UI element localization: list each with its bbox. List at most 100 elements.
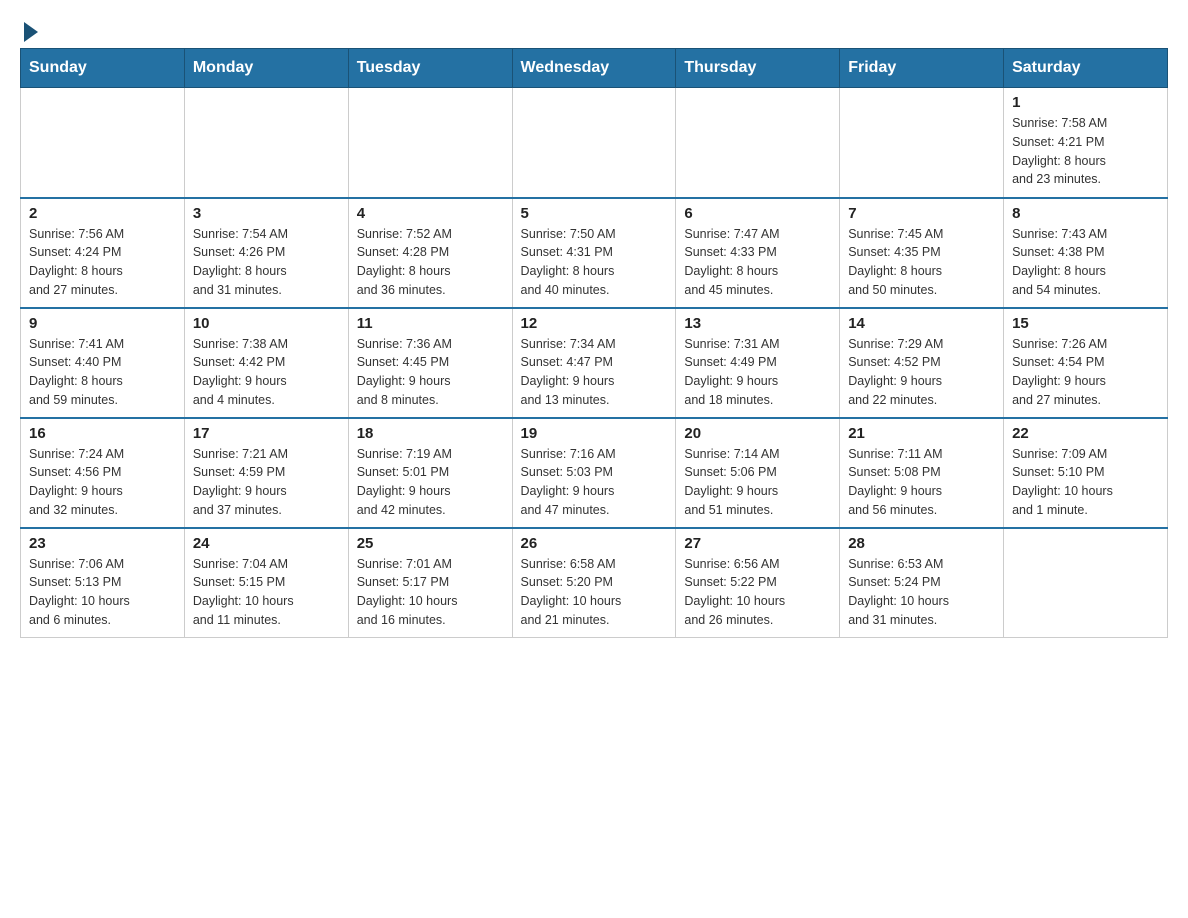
day-number: 14 bbox=[848, 315, 995, 332]
day-info: Sunrise: 7:54 AMSunset: 4:26 PMDaylight:… bbox=[193, 225, 340, 300]
day-info: Sunrise: 7:43 AMSunset: 4:38 PMDaylight:… bbox=[1012, 225, 1159, 300]
calendar-cell: 28 Sunrise: 6:53 AMSunset: 5:24 PMDayligh… bbox=[840, 528, 1004, 638]
weekday-header-saturday: Saturday bbox=[1004, 49, 1168, 88]
week-row-4: 23 Sunrise: 7:06 AMSunset: 5:13 PMDayligh… bbox=[21, 528, 1168, 638]
day-number: 27 bbox=[684, 535, 831, 552]
calendar-cell: 1 Sunrise: 7:58 AMSunset: 4:21 PMDaylight… bbox=[1004, 88, 1168, 198]
day-number: 11 bbox=[357, 315, 504, 332]
calendar-cell: 4 Sunrise: 7:52 AMSunset: 4:28 PMDaylight… bbox=[348, 198, 512, 308]
calendar-cell: 5 Sunrise: 7:50 AMSunset: 4:31 PMDaylight… bbox=[512, 198, 676, 308]
day-info: Sunrise: 7:45 AMSunset: 4:35 PMDaylight:… bbox=[848, 225, 995, 300]
day-number: 10 bbox=[193, 315, 340, 332]
day-number: 7 bbox=[848, 205, 995, 222]
day-info: Sunrise: 7:26 AMSunset: 4:54 PMDaylight:… bbox=[1012, 335, 1159, 410]
day-info: Sunrise: 7:11 AMSunset: 5:08 PMDaylight:… bbox=[848, 445, 995, 520]
day-number: 4 bbox=[357, 205, 504, 222]
day-info: Sunrise: 7:19 AMSunset: 5:01 PMDaylight:… bbox=[357, 445, 504, 520]
calendar-cell: 13 Sunrise: 7:31 AMSunset: 4:49 PMDayligh… bbox=[676, 308, 840, 418]
day-number: 22 bbox=[1012, 425, 1159, 442]
day-info: Sunrise: 7:34 AMSunset: 4:47 PMDaylight:… bbox=[521, 335, 668, 410]
calendar-cell: 7 Sunrise: 7:45 AMSunset: 4:35 PMDaylight… bbox=[840, 198, 1004, 308]
day-number: 13 bbox=[684, 315, 831, 332]
weekday-header-friday: Friday bbox=[840, 49, 1004, 88]
day-number: 20 bbox=[684, 425, 831, 442]
day-info: Sunrise: 7:14 AMSunset: 5:06 PMDaylight:… bbox=[684, 445, 831, 520]
weekday-header-sunday: Sunday bbox=[21, 49, 185, 88]
logo-arrow-icon bbox=[24, 22, 38, 42]
day-info: Sunrise: 7:41 AMSunset: 4:40 PMDaylight:… bbox=[29, 335, 176, 410]
calendar-cell: 15 Sunrise: 7:26 AMSunset: 4:54 PMDayligh… bbox=[1004, 308, 1168, 418]
week-row-0: 1 Sunrise: 7:58 AMSunset: 4:21 PMDaylight… bbox=[21, 88, 1168, 198]
day-number: 1 bbox=[1012, 94, 1159, 111]
calendar: SundayMondayTuesdayWednesdayThursdayFrid… bbox=[20, 48, 1168, 638]
calendar-cell: 12 Sunrise: 7:34 AMSunset: 4:47 PMDayligh… bbox=[512, 308, 676, 418]
day-number: 23 bbox=[29, 535, 176, 552]
calendar-cell: 16 Sunrise: 7:24 AMSunset: 4:56 PMDayligh… bbox=[21, 418, 185, 528]
calendar-cell bbox=[184, 88, 348, 198]
day-number: 26 bbox=[521, 535, 668, 552]
day-number: 25 bbox=[357, 535, 504, 552]
day-number: 9 bbox=[29, 315, 176, 332]
calendar-cell bbox=[1004, 528, 1168, 638]
day-info: Sunrise: 7:29 AMSunset: 4:52 PMDaylight:… bbox=[848, 335, 995, 410]
week-row-1: 2 Sunrise: 7:56 AMSunset: 4:24 PMDaylight… bbox=[21, 198, 1168, 308]
day-info: Sunrise: 7:09 AMSunset: 5:10 PMDaylight:… bbox=[1012, 445, 1159, 520]
day-info: Sunrise: 7:21 AMSunset: 4:59 PMDaylight:… bbox=[193, 445, 340, 520]
day-info: Sunrise: 7:56 AMSunset: 4:24 PMDaylight:… bbox=[29, 225, 176, 300]
calendar-cell: 26 Sunrise: 6:58 AMSunset: 5:20 PMDayligh… bbox=[512, 528, 676, 638]
page-header bbox=[20, 20, 1168, 38]
weekday-header-tuesday: Tuesday bbox=[348, 49, 512, 88]
day-info: Sunrise: 7:36 AMSunset: 4:45 PMDaylight:… bbox=[357, 335, 504, 410]
calendar-cell: 18Sunrise: 7:19 AMSunset: 5:01 PMDayligh… bbox=[348, 418, 512, 528]
day-number: 16 bbox=[29, 425, 176, 442]
day-info: Sunrise: 6:56 AMSunset: 5:22 PMDaylight:… bbox=[684, 555, 831, 630]
day-number: 5 bbox=[521, 205, 668, 222]
calendar-cell bbox=[676, 88, 840, 198]
logo-general bbox=[20, 20, 38, 42]
calendar-cell: 10 Sunrise: 7:38 AMSunset: 4:42 PMDayligh… bbox=[184, 308, 348, 418]
calendar-cell: 11 Sunrise: 7:36 AMSunset: 4:45 PMDayligh… bbox=[348, 308, 512, 418]
day-number: 2 bbox=[29, 205, 176, 222]
logo bbox=[20, 20, 38, 38]
calendar-cell: 27 Sunrise: 6:56 AMSunset: 5:22 PMDayligh… bbox=[676, 528, 840, 638]
calendar-cell bbox=[21, 88, 185, 198]
calendar-cell: 2 Sunrise: 7:56 AMSunset: 4:24 PMDaylight… bbox=[21, 198, 185, 308]
calendar-header: SundayMondayTuesdayWednesdayThursdayFrid… bbox=[21, 49, 1168, 88]
day-number: 8 bbox=[1012, 205, 1159, 222]
day-info: Sunrise: 6:58 AMSunset: 5:20 PMDaylight:… bbox=[521, 555, 668, 630]
calendar-cell: 3 Sunrise: 7:54 AMSunset: 4:26 PMDaylight… bbox=[184, 198, 348, 308]
week-row-3: 16 Sunrise: 7:24 AMSunset: 4:56 PMDayligh… bbox=[21, 418, 1168, 528]
day-info: Sunrise: 7:47 AMSunset: 4:33 PMDaylight:… bbox=[684, 225, 831, 300]
day-number: 19 bbox=[521, 425, 668, 442]
calendar-cell: 9 Sunrise: 7:41 AMSunset: 4:40 PMDaylight… bbox=[21, 308, 185, 418]
calendar-cell: 22 Sunrise: 7:09 AMSunset: 5:10 PMDayligh… bbox=[1004, 418, 1168, 528]
week-row-2: 9 Sunrise: 7:41 AMSunset: 4:40 PMDaylight… bbox=[21, 308, 1168, 418]
day-number: 12 bbox=[521, 315, 668, 332]
day-info: Sunrise: 7:24 AMSunset: 4:56 PMDaylight:… bbox=[29, 445, 176, 520]
calendar-cell bbox=[512, 88, 676, 198]
day-info: Sunrise: 7:31 AMSunset: 4:49 PMDaylight:… bbox=[684, 335, 831, 410]
day-info: Sunrise: 7:52 AMSunset: 4:28 PMDaylight:… bbox=[357, 225, 504, 300]
day-info: Sunrise: 7:04 AMSunset: 5:15 PMDaylight:… bbox=[193, 555, 340, 630]
day-info: Sunrise: 7:16 AMSunset: 5:03 PMDaylight:… bbox=[521, 445, 668, 520]
calendar-cell: 24Sunrise: 7:04 AMSunset: 5:15 PMDayligh… bbox=[184, 528, 348, 638]
day-info: Sunrise: 7:06 AMSunset: 5:13 PMDaylight:… bbox=[29, 555, 176, 630]
calendar-cell: 6 Sunrise: 7:47 AMSunset: 4:33 PMDaylight… bbox=[676, 198, 840, 308]
header-row: SundayMondayTuesdayWednesdayThursdayFrid… bbox=[21, 49, 1168, 88]
day-number: 15 bbox=[1012, 315, 1159, 332]
day-info: Sunrise: 7:50 AMSunset: 4:31 PMDaylight:… bbox=[521, 225, 668, 300]
day-info: Sunrise: 6:53 AMSunset: 5:24 PMDaylight:… bbox=[848, 555, 995, 630]
calendar-cell: 20 Sunrise: 7:14 AMSunset: 5:06 PMDayligh… bbox=[676, 418, 840, 528]
day-number: 28 bbox=[848, 535, 995, 552]
weekday-header-thursday: Thursday bbox=[676, 49, 840, 88]
weekday-header-monday: Monday bbox=[184, 49, 348, 88]
day-info: Sunrise: 7:38 AMSunset: 4:42 PMDaylight:… bbox=[193, 335, 340, 410]
day-info: Sunrise: 7:58 AMSunset: 4:21 PMDaylight:… bbox=[1012, 114, 1159, 189]
calendar-cell: 14 Sunrise: 7:29 AMSunset: 4:52 PMDayligh… bbox=[840, 308, 1004, 418]
day-number: 3 bbox=[193, 205, 340, 222]
calendar-cell: 25Sunrise: 7:01 AMSunset: 5:17 PMDayligh… bbox=[348, 528, 512, 638]
day-number: 6 bbox=[684, 205, 831, 222]
weekday-header-wednesday: Wednesday bbox=[512, 49, 676, 88]
calendar-cell: 21Sunrise: 7:11 AMSunset: 5:08 PMDayligh… bbox=[840, 418, 1004, 528]
day-number: 17 bbox=[193, 425, 340, 442]
